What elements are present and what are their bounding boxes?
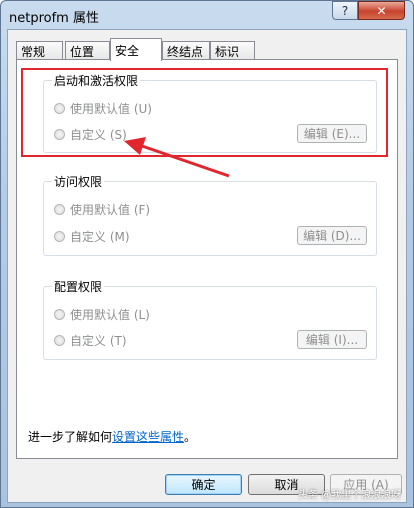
annotation-arrow-icon xyxy=(124,137,230,178)
watermark: 头条 @我里个浪浪浪呀 xyxy=(298,490,402,501)
